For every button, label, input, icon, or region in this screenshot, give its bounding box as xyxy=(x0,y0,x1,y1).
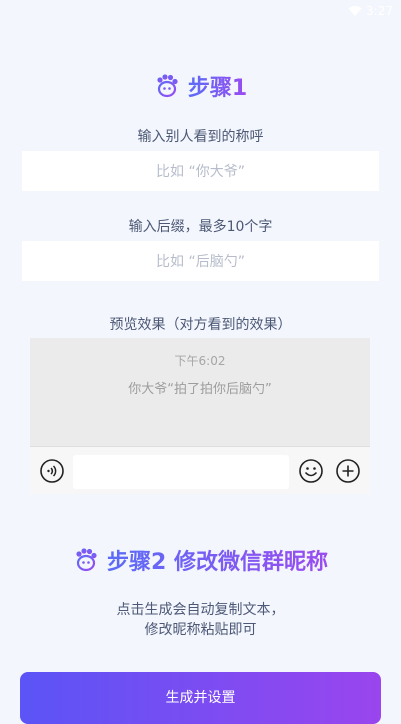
add-icon[interactable] xyxy=(335,458,361,484)
step2-title: 步骤2 修改微信群昵称 xyxy=(107,544,328,576)
voice-icon[interactable] xyxy=(39,458,65,484)
name-input[interactable]: 比如 “你大爷” xyxy=(22,151,379,191)
chat-preview: 下午6:02 你大爷“拍了拍你后脑勺” xyxy=(30,338,370,494)
step1-title: 步骤1 xyxy=(188,70,247,102)
wifi-icon xyxy=(348,5,362,16)
status-time: 3:27 xyxy=(366,4,393,18)
preview-label: 预览效果（对方看到的效果） xyxy=(109,317,292,333)
name-label: 输入别人看到的称呼 xyxy=(137,129,264,145)
generate-and-set-button[interactable]: 生成并设置 xyxy=(20,672,381,724)
step2-heading: 步骤2 修改微信群昵称 xyxy=(0,544,401,576)
name-input-placeholder: 比如 “你大爷” xyxy=(156,164,245,180)
paw-icon xyxy=(157,74,178,98)
message-input[interactable] xyxy=(73,455,289,489)
suffix-input[interactable]: 比如 “后脑勺” xyxy=(22,241,379,281)
suffix-input-placeholder: 比如 “后脑勺” xyxy=(156,254,245,270)
preview-time: 下午6:02 xyxy=(174,354,226,368)
generate-button-label: 生成并设置 xyxy=(165,690,236,706)
emoji-icon[interactable] xyxy=(298,458,324,484)
step2-description: 点击生成会自动复制文本， 修改昵称粘贴即可 xyxy=(0,600,401,640)
suffix-label: 输入后缀，最多10个字 xyxy=(128,219,273,235)
preview-pat-message: 你大爷“拍了拍你后脑勺” xyxy=(128,382,272,397)
step2-desc-line1: 点击生成会自动复制文本， xyxy=(116,602,285,618)
chat-input-bar xyxy=(30,446,370,494)
paw-icon xyxy=(76,548,97,572)
status-icons: 3:27 xyxy=(348,4,393,18)
status-bar: 3:27 xyxy=(0,0,401,24)
step2-desc-line2: 修改昵称粘贴即可 xyxy=(144,622,257,638)
step1-heading: 步骤1 xyxy=(0,70,401,102)
